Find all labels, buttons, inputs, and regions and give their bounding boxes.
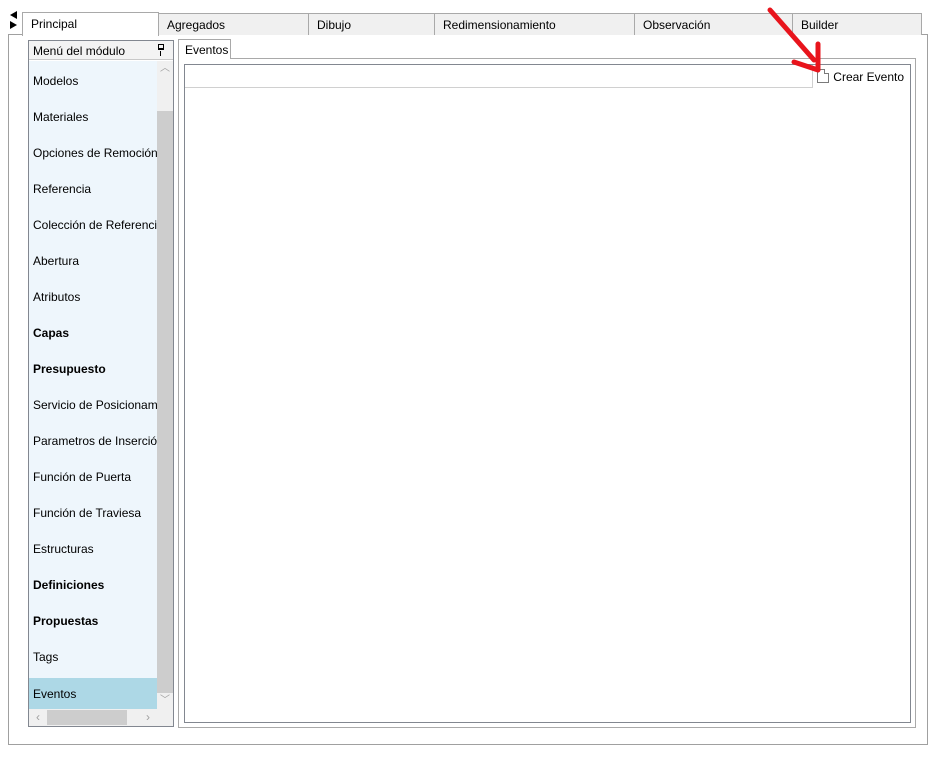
events-panel: Crear Evento (178, 58, 916, 728)
menu-vertical-scroll-thumb[interactable] (157, 111, 173, 693)
module-menu-list: Modelos Materiales Opciones de Remoción … (29, 61, 157, 709)
tab-principal[interactable]: Principal (22, 12, 159, 36)
menu-horizontal-scrollbar[interactable]: ‹ › (29, 709, 157, 726)
menu-item-atributos[interactable]: Atributos (29, 277, 157, 313)
annotation-arrow-icon (767, 7, 821, 73)
scroll-corner (157, 709, 173, 726)
menu-item-servicio-de-posicionamiento[interactable]: Servicio de Posicionamiento (29, 385, 157, 421)
scroll-right-icon[interactable]: › (141, 709, 155, 726)
menu-item-modelos[interactable]: Modelos (29, 61, 157, 97)
menu-item-tags[interactable]: Tags (29, 637, 157, 673)
module-menu-header: Menú del módulo (29, 41, 173, 60)
events-list-area: Crear Evento (184, 64, 911, 723)
menu-vertical-scrollbar[interactable]: ︿ ﹀ (157, 61, 173, 709)
create-event-label: Crear Evento (833, 70, 904, 84)
menu-item-presupuesto[interactable]: Presupuesto (29, 349, 157, 385)
tab-dibujo[interactable]: Dibujo (308, 13, 435, 35)
tab-eventos[interactable]: Eventos (178, 39, 231, 59)
menu-horizontal-scroll-thumb[interactable] (47, 710, 127, 725)
menu-item-estructuras[interactable]: Estructuras (29, 529, 157, 565)
menu-item-propuestas[interactable]: Propuestas (29, 601, 157, 637)
scroll-left-icon[interactable]: ‹ (31, 709, 45, 726)
menu-item-definiciones[interactable]: Definiciones (29, 565, 157, 601)
menu-item-materiales[interactable]: Materiales (29, 97, 157, 133)
menu-item-opciones-de-remocion[interactable]: Opciones de Remoción (29, 133, 157, 169)
side-panel-toggle[interactable] (10, 11, 20, 31)
pin-icon[interactable] (157, 44, 165, 56)
module-menu-title: Menú del módulo (33, 44, 126, 58)
menu-item-funcion-de-puerta[interactable]: Función de Puerta (29, 457, 157, 493)
scroll-down-icon[interactable]: ﹀ (157, 693, 173, 709)
tab-agregados[interactable]: Agregados (158, 13, 309, 35)
tab-redimensionamiento[interactable]: Redimensionamiento (434, 13, 635, 35)
module-menu-panel: Menú del módulo Modelos Materiales Opcio… (28, 40, 174, 727)
arrow-right-icon[interactable] (10, 21, 17, 29)
menu-item-funcion-de-traviesa[interactable]: Función de Traviesa (29, 493, 157, 529)
menu-item-coleccion-de-referencias[interactable]: Colección de Referencias (29, 205, 157, 241)
scroll-up-icon[interactable]: ︿ (157, 61, 173, 77)
menu-item-parametros-de-insercion[interactable]: Parametros de Inserción (29, 421, 157, 457)
menu-item-referencia[interactable]: Referencia (29, 169, 157, 205)
arrow-left-icon[interactable] (10, 11, 17, 19)
menu-item-eventos[interactable]: Eventos (29, 678, 157, 709)
menu-item-abertura[interactable]: Abertura (29, 241, 157, 277)
menu-item-capas[interactable]: Capas (29, 313, 157, 349)
